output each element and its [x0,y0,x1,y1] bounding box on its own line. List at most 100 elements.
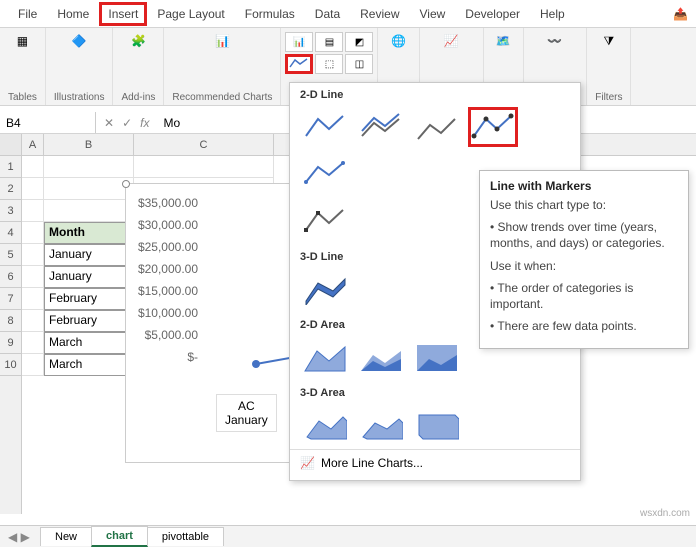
map3d-icon: 🗺️ [496,34,511,48]
tab-page-layout[interactable]: Page Layout [147,2,234,26]
row-header[interactable]: 3 [0,200,21,222]
group-addins: 🧩 Add-ins [113,28,164,105]
3d-button[interactable]: 🗺️ [492,32,515,50]
hierarchy-chart-button[interactable]: ◩ [345,32,373,52]
row-header[interactable]: 9 [0,332,21,354]
section-2d-line: 2-D Line [290,83,580,103]
cancel-icon[interactable]: ✕ [104,116,114,130]
group-addins-label: Add-ins [121,92,155,103]
stat-chart-button[interactable]: ⬚ [315,54,343,74]
month-cell[interactable]: March [44,332,134,354]
col-header[interactable]: C [134,134,274,155]
tab-file[interactable]: File [8,2,47,26]
month-cell[interactable]: February [44,288,134,310]
more-line-charts[interactable]: 📈 More Line Charts... [290,449,580,476]
tab-developer[interactable]: Developer [455,2,530,26]
row-headers: 1 2 3 4 5 6 7 8 9 10 [0,134,22,514]
filters-button[interactable]: ⧩ [599,32,618,51]
confirm-icon[interactable]: ✓ [122,116,132,130]
chart-magnifier-icon: 📊 [215,34,230,48]
sparklines-button[interactable]: 〰️ [543,32,566,50]
group-tables: ▦ Tables [0,28,46,105]
tooltip-bullet: • Show trends over time (years, months, … [490,219,678,251]
tab-data[interactable]: Data [305,2,350,26]
illustrations-button[interactable]: 🔷 [68,32,91,50]
group-illustrations: 🔷 Illustrations [46,28,114,105]
tooltip-lead: Use this chart type to: [490,197,678,213]
line-chart-button[interactable] [285,54,313,74]
addins-button[interactable]: 🧩 [127,32,150,50]
tooltip-bullet: • The order of categories is important. [490,280,678,312]
tab-home[interactable]: Home [47,2,99,26]
row-header[interactable]: 8 [0,310,21,332]
row-header[interactable]: 7 [0,288,21,310]
line-with-markers-option[interactable] [468,107,518,147]
stacked-line-option[interactable] [356,107,406,147]
chart-yaxis: $35,000.00 $30,000.00 $25,000.00 $20,000… [130,196,198,372]
month-cell[interactable]: March [44,354,134,376]
share-icon[interactable]: 📤 [673,7,688,21]
line-small-icon: 📈 [300,456,315,470]
sheet-tab-pivottable[interactable]: pivottable [147,527,224,546]
tab-review[interactable]: Review [350,2,409,26]
sparkline-icon: 〰️ [547,34,562,48]
row-header[interactable]: 6 [0,266,21,288]
3d-stacked-area-option[interactable] [356,405,406,445]
sheet-tab-new[interactable]: New [40,527,92,546]
pivot-icon: 📈 [444,34,459,48]
tables-button[interactable]: ▦ [13,32,32,50]
row-header[interactable]: 1 [0,156,21,178]
select-all-corner[interactable] [0,134,21,156]
sheet-nav-icons[interactable]: ◀ ▶ [8,530,30,544]
tab-help[interactable]: Help [530,2,575,26]
100-stacked-line-option[interactable] [412,107,462,147]
100-stacked-markers-option[interactable] [300,201,350,241]
fx-controls: ✕ ✓ fx [96,116,157,130]
filter-icon: ⧩ [603,34,614,49]
globe-icon: 🌐 [391,34,406,48]
recommended-charts-button[interactable]: 📊 [211,32,234,50]
month-cell[interactable]: February [44,310,134,332]
sheet-tab-bar: ◀ ▶ New chart pivottable [0,525,696,547]
area-chart-option[interactable] [300,337,350,377]
3d-100-area-option[interactable] [412,405,462,445]
stacked-line-markers-option[interactable] [300,153,350,193]
100-stacked-area-option[interactable] [412,337,462,377]
tooltip-usewhen: Use it when: [490,258,678,274]
tab-formulas[interactable]: Formulas [235,2,305,26]
group-filters: ⧩ Filters [587,28,631,105]
sheet-tab-chart[interactable]: chart [91,526,148,547]
name-box[interactable]: B4 [0,112,96,133]
line-chart-option[interactable] [300,107,350,147]
fx-icon[interactable]: fx [140,116,149,130]
column-chart-button[interactable]: 📊 [285,32,313,52]
month-cell[interactable]: January [44,244,134,266]
addin-icon: 🧩 [131,34,146,48]
col-header[interactable]: B [44,134,134,155]
maps-button[interactable]: 🌐 [387,32,410,50]
row-header[interactable]: 5 [0,244,21,266]
month-header-cell[interactable]: Month [44,222,134,244]
3d-line-option[interactable] [300,269,350,309]
combo-chart-button[interactable]: ◫ [345,54,373,74]
tab-view[interactable]: View [410,2,456,26]
month-cell[interactable]: January [44,266,134,288]
chart-tooltip: Line with Markers Use this chart type to… [479,170,689,349]
tooltip-bullet: • There are few data points. [490,318,678,334]
col-header[interactable]: A [22,134,44,155]
stacked-area-option[interactable] [356,337,406,377]
pivotchart-button[interactable]: 📈 [440,32,463,50]
table-icon: ▦ [17,34,28,48]
group-filters-label: Filters [595,92,622,103]
row-header[interactable]: 4 [0,222,21,244]
bar-chart-button[interactable]: ▤ [315,32,343,52]
row-header[interactable]: 2 [0,178,21,200]
row-header[interactable]: 10 [0,354,21,376]
group-recommended: 📊 Recommended Charts [164,28,281,105]
ribbon-tabs: File Home Insert Page Layout Formulas Da… [0,0,696,28]
line-chart-icon [289,57,309,71]
3d-area-option[interactable] [300,405,350,445]
watermark: wsxdn.com [640,508,690,519]
tab-insert[interactable]: Insert [99,2,147,26]
group-illustrations-label: Illustrations [54,92,105,103]
